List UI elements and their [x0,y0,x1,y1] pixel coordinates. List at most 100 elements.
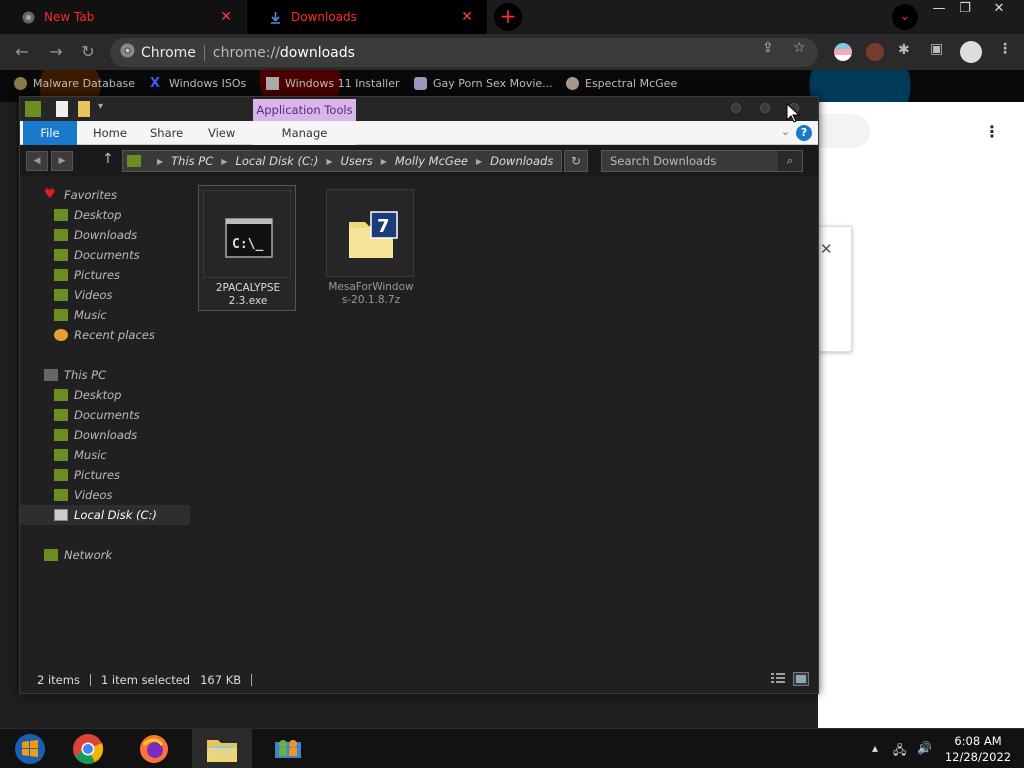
tab-search-button[interactable]: ⌄ [892,4,918,30]
omnibox-site: Chrome [141,44,196,61]
breadcrumb-item[interactable]: Molly McGee [395,154,468,168]
forward-button[interactable]: ▶ [51,151,73,171]
taskbar-chrome[interactable] [58,729,118,768]
tab-home[interactable]: Home [81,121,139,145]
puzzle-icon[interactable]: ✱ [898,42,910,58]
videos-folder-icon [54,289,68,301]
bookmark-icon [14,77,27,90]
start-button[interactable] [0,729,60,768]
search-icon[interactable]: ⌕ [778,151,802,171]
file-item[interactable]: 7 MesaForWindow s-20.1.8.7z [322,185,420,311]
status-size: 167 KB [200,673,242,687]
bookmark-item[interactable]: Espectral McGee [566,77,677,90]
star-icon[interactable]: ☆ [793,40,806,56]
explorer-titlebar: ▾ Application Tools [20,97,818,121]
bookmark-item[interactable]: Gay Porn Sex Movie... [414,77,553,90]
up-arrow-icon[interactable]: ↑ [102,151,114,167]
bookmark-item[interactable]: X Windows ISOs [150,77,246,90]
application-tools-label: Application Tools [253,99,356,121]
menu-icon[interactable]: ⋮ [998,41,1012,57]
bookmark-item[interactable]: Malware Database [14,77,135,90]
nav-pc-pictures[interactable]: Pictures [54,465,120,485]
svg-text:7: 7 [377,216,390,237]
nav-pc-desktop[interactable]: Desktop [54,385,121,405]
back-arrow-icon[interactable]: ← [12,42,32,62]
breadcrumb-item[interactable]: Local Disk (C:) [235,154,318,168]
nav-network[interactable]: Network [44,545,112,565]
tab-manage[interactable]: Manage [253,121,356,145]
nav-pc-music[interactable]: Music [54,445,107,465]
folder-app-icon [25,101,41,117]
large-icons-view-icon[interactable] [793,672,809,686]
reload-icon[interactable]: ↻ [78,42,98,62]
nav-fav-downloads[interactable]: Downloads [54,225,137,245]
nav-fav-recent[interactable]: Recent places [54,325,155,345]
profile-avatar[interactable] [960,41,982,63]
file-item[interactable]: C:\_ 2PACALYPSE 2.3.exe [198,185,296,311]
forward-arrow-icon[interactable]: → [46,42,66,62]
nav-favorites[interactable]: ♥ Favorites [44,185,117,205]
extension-icon[interactable] [834,43,852,61]
nav-this-pc[interactable]: This PC [44,365,106,385]
file-thumbnail: 7 [326,189,414,277]
tab-file[interactable]: File [23,121,77,145]
search-input[interactable]: Search Downloads [601,150,803,172]
breadcrumb[interactable]: ▶ This PC ▶ Local Disk (C:) ▶ Users ▶ Mo… [122,150,562,172]
omnibox[interactable]: Chrome chrome:// downloads [110,38,818,67]
tab-view[interactable]: View [196,121,247,145]
tab-new-tab[interactable]: New Tab ✕ [0,0,246,34]
details-view-icon[interactable] [770,672,786,686]
chevron-up-icon[interactable]: ▴ [872,741,878,755]
documents-folder-icon [54,409,68,421]
chevron-down-icon[interactable]: ⌄ [781,125,790,138]
download-icon [269,11,282,24]
nav-pc-downloads[interactable]: Downloads [54,425,137,445]
nav-pc-documents[interactable]: Documents [54,405,140,425]
close-icon[interactable]: ✕ [461,9,473,25]
nav-fav-desktop[interactable]: Desktop [54,205,121,225]
help-icon[interactable]: ? [796,125,812,141]
new-tab-button[interactable]: + [494,3,522,31]
downloads-folder-icon [54,429,68,441]
breadcrumb-item[interactable]: This PC [171,154,213,168]
nav-fav-documents[interactable]: Documents [54,245,140,265]
taskbar-file-explorer[interactable] [192,729,252,768]
refresh-icon[interactable]: ↻ [564,150,588,172]
chevron-down-icon[interactable]: ▾ [98,101,114,117]
more-menu-icon[interactable]: ⋮ [984,122,1000,141]
tab-downloads[interactable]: Downloads ✕ [247,0,487,34]
tab-share[interactable]: Share [138,121,195,145]
bookmark-label: Gay Porn Sex Movie... [433,77,553,90]
properties-icon[interactable] [56,101,68,117]
network-tray-icon[interactable]: 🖧 [893,741,906,762]
restore-button[interactable]: ❐ [948,0,982,20]
downloads-page [818,102,1024,728]
nav-pc-videos[interactable]: Videos [54,485,112,505]
share-icon[interactable]: ⇪ [762,40,774,56]
nav-fav-pictures[interactable]: Pictures [54,265,120,285]
volume-icon[interactable]: 🔊 [917,741,932,755]
bookmark-item[interactable]: Windows 11 Installer [266,77,400,90]
breadcrumb-item[interactable]: Downloads [490,154,553,168]
new-folder-icon[interactable] [78,101,90,117]
nav-pc-local-disk[interactable]: Local Disk (C:) [20,505,190,525]
minimize-button[interactable] [731,103,741,113]
desktop-icon [54,389,68,401]
breadcrumb-item[interactable]: Users [341,154,373,168]
nav-fav-videos[interactable]: Videos [54,285,112,305]
system-clock[interactable]: 6:08 AM 12/28/2022 [936,733,1020,765]
taskbar-firefox[interactable] [124,729,184,768]
close-window-button[interactable]: ✕ [982,0,1016,20]
back-button[interactable]: ◀ [26,151,48,171]
nav-fav-music[interactable]: Music [54,305,107,325]
status-item-count: 2 items [37,673,80,687]
close-icon[interactable]: ✕ [820,240,833,258]
sidepanel-icon[interactable]: ▣ [930,41,943,57]
status-selection: 1 item selected [100,673,191,687]
chrome-icon [22,11,35,24]
downloads-search[interactable] [818,114,870,148]
close-icon[interactable]: ✕ [220,9,232,25]
taskbar-network-app[interactable] [258,729,318,768]
maximize-button[interactable] [760,103,770,113]
extension-icon[interactable] [866,43,884,61]
